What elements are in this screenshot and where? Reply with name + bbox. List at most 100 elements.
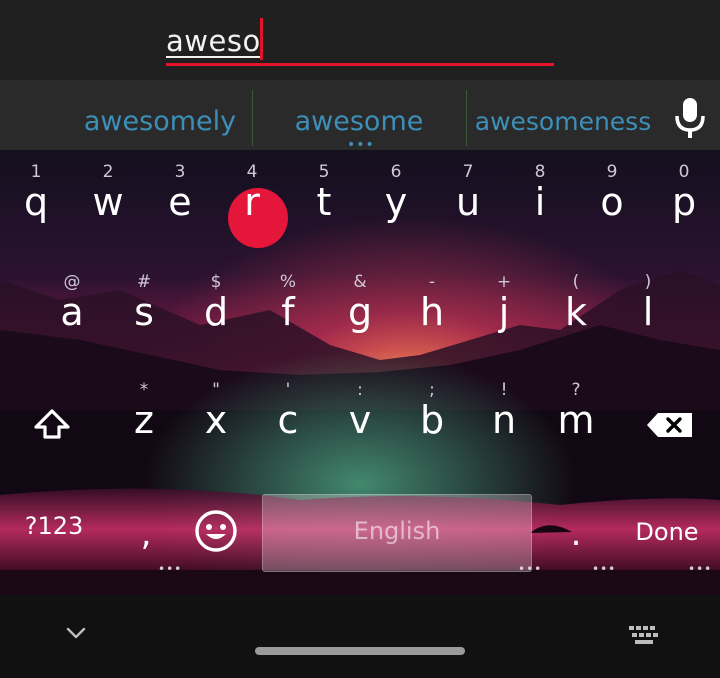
period-more-dots: ••• bbox=[592, 562, 617, 576]
period-key[interactable]: . bbox=[556, 512, 596, 556]
key-label: t bbox=[316, 180, 332, 224]
key-k[interactable]: (k bbox=[540, 258, 612, 366]
key-label: u bbox=[455, 180, 481, 224]
shift-icon bbox=[34, 409, 70, 439]
comma-key[interactable]: , bbox=[126, 512, 166, 556]
key-q[interactable]: 1q bbox=[0, 150, 72, 258]
suggestion-left[interactable]: awesomely bbox=[70, 80, 250, 150]
key-f[interactable]: % f bbox=[252, 258, 324, 366]
key-g[interactable]: & g bbox=[324, 258, 396, 366]
key-j[interactable]: + j bbox=[468, 258, 540, 366]
comma-more-dots: ••• bbox=[158, 562, 183, 576]
key-hint: " bbox=[212, 380, 220, 400]
done-more-dots: ••• bbox=[688, 562, 713, 576]
key-u[interactable]: 7u bbox=[432, 150, 504, 258]
more-suggestions-dots[interactable]: ••• bbox=[347, 138, 375, 152]
key-h[interactable]: -h bbox=[396, 258, 468, 366]
chevron-down-icon[interactable] bbox=[64, 625, 88, 641]
key-w[interactable]: 2w bbox=[72, 150, 144, 258]
key-hint: 9 bbox=[606, 162, 618, 182]
key-m[interactable]: ? m bbox=[540, 366, 612, 474]
key-label: a bbox=[60, 290, 84, 334]
key-hint: 2 bbox=[102, 162, 114, 182]
key-label: e bbox=[168, 180, 192, 224]
key-label: n bbox=[491, 398, 517, 442]
key-hint: ) bbox=[644, 272, 652, 292]
typed-text: aweso bbox=[166, 24, 261, 58]
key-hint: 0 bbox=[678, 162, 690, 182]
key-hint: - bbox=[428, 272, 436, 292]
key-label: s bbox=[134, 290, 154, 334]
space-bar[interactable]: English bbox=[262, 494, 532, 572]
key-hint: : bbox=[357, 380, 363, 400]
key-label: w bbox=[92, 180, 124, 224]
key-r[interactable]: 4r bbox=[216, 150, 288, 258]
suggestion-divider bbox=[466, 90, 467, 146]
key-label: r bbox=[244, 180, 260, 224]
key-hint: * bbox=[139, 380, 149, 400]
key-a[interactable]: @ a bbox=[36, 258, 108, 366]
space-more-dots: ••• bbox=[518, 562, 543, 576]
key-hint: 1 bbox=[30, 162, 42, 182]
key-hint: ! bbox=[500, 380, 508, 400]
key-i[interactable]: 8i bbox=[504, 150, 576, 258]
suggestion-right[interactable]: awesomeness bbox=[468, 80, 658, 150]
key-hint: + bbox=[496, 272, 512, 292]
key-label: c bbox=[277, 398, 299, 442]
key-x[interactable]: " x bbox=[180, 366, 252, 474]
key-b[interactable]: ; b bbox=[396, 366, 468, 474]
text-caret bbox=[260, 18, 263, 60]
key-p[interactable]: 0p bbox=[648, 150, 720, 258]
key-label: h bbox=[419, 290, 445, 334]
key-label: p bbox=[671, 180, 697, 224]
emoji-icon[interactable] bbox=[193, 508, 239, 554]
key-hint: @ bbox=[63, 272, 81, 292]
key-hint: ? bbox=[571, 380, 581, 400]
key-label: x bbox=[204, 398, 228, 442]
key-hint: 3 bbox=[174, 162, 186, 182]
key-label: l bbox=[642, 290, 654, 334]
key-e[interactable]: 3e bbox=[144, 150, 216, 258]
keyboard-switch-icon[interactable] bbox=[628, 625, 660, 645]
key-hint: 7 bbox=[462, 162, 474, 182]
key-hint: & bbox=[353, 272, 367, 292]
key-c[interactable]: ' c bbox=[252, 366, 324, 474]
key-hint: ; bbox=[429, 380, 435, 400]
key-label: y bbox=[384, 180, 408, 224]
key-hint: # bbox=[136, 272, 152, 292]
key-hint: $ bbox=[210, 272, 222, 292]
key-hint: 8 bbox=[534, 162, 546, 182]
backspace-key[interactable] bbox=[630, 366, 710, 474]
key-n[interactable]: ! n bbox=[468, 366, 540, 474]
key-y[interactable]: 6y bbox=[360, 150, 432, 258]
key-label: j bbox=[498, 290, 510, 334]
key-hint: ' bbox=[285, 380, 291, 400]
key-hint: 6 bbox=[390, 162, 402, 182]
text-input[interactable]: aweso bbox=[166, 18, 554, 66]
key-t[interactable]: 5t bbox=[288, 150, 360, 258]
key-d[interactable]: $ d bbox=[180, 258, 252, 366]
key-l[interactable]: ) l bbox=[612, 258, 684, 366]
key-hint: 5 bbox=[318, 162, 330, 182]
key-hint: ( bbox=[572, 272, 580, 292]
input-underline bbox=[166, 63, 554, 66]
key-z[interactable]: * z bbox=[108, 366, 180, 474]
key-label: q bbox=[23, 180, 49, 224]
symbols-key[interactable]: ?123 bbox=[14, 512, 94, 540]
key-label: k bbox=[564, 290, 587, 334]
key-v[interactable]: :v bbox=[324, 366, 396, 474]
text-field-area: aweso bbox=[0, 0, 720, 80]
space-bar-label: English bbox=[353, 517, 441, 545]
backspace-icon bbox=[647, 413, 692, 437]
key-label: v bbox=[348, 398, 372, 442]
shift-key[interactable] bbox=[14, 366, 90, 474]
navigation-bar bbox=[0, 595, 720, 678]
home-gesture-bar[interactable] bbox=[255, 647, 465, 655]
done-key[interactable]: Done bbox=[622, 518, 712, 546]
microphone-icon[interactable] bbox=[670, 96, 710, 140]
key-label: i bbox=[534, 180, 546, 224]
key-o[interactable]: 9o bbox=[576, 150, 648, 258]
key-label: g bbox=[347, 290, 373, 334]
keyboard: 1q 2w 3e 4r 5t 6y 7u 8i 9o 0p @ a # s $ d %… bbox=[0, 150, 720, 595]
key-s[interactable]: # s bbox=[108, 258, 180, 366]
